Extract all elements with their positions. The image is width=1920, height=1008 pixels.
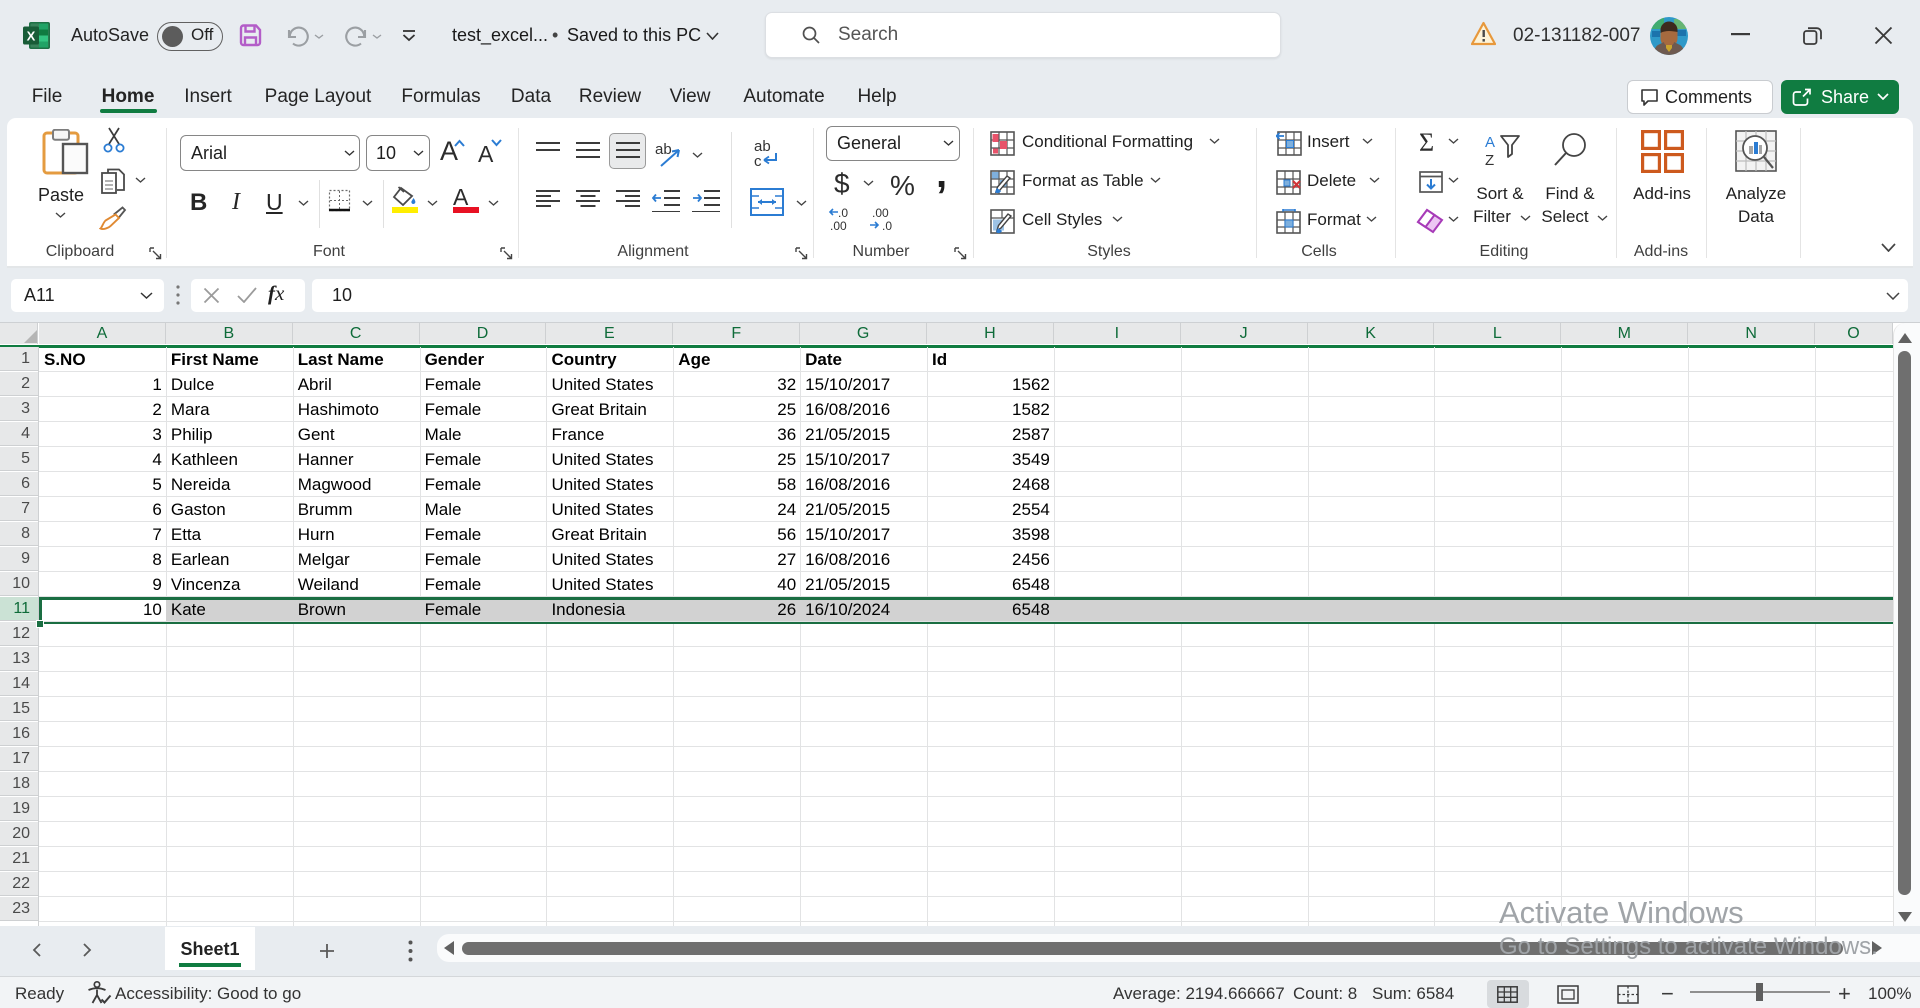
- svg-text:.00: .00: [872, 206, 889, 220]
- svg-text:.0: .0: [882, 219, 892, 232]
- svg-text:.0: .0: [838, 206, 848, 220]
- svg-text:A: A: [1485, 134, 1495, 151]
- svg-text:.00: .00: [830, 219, 847, 232]
- svg-text:X: X: [27, 29, 36, 44]
- svg-text:ab: ab: [655, 141, 672, 158]
- svg-text:Z: Z: [1485, 152, 1494, 168]
- svg-text:c: c: [754, 153, 762, 168]
